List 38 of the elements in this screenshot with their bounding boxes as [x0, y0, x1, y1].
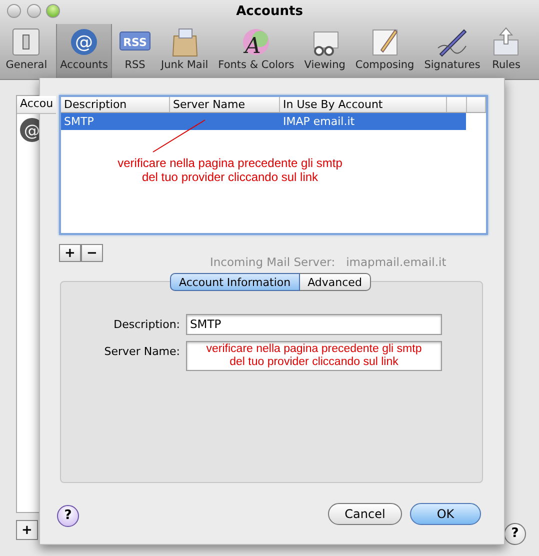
table-row[interactable]: SMTP IMAP email.it: [61, 113, 466, 130]
tab[interactable]: Advanced: [300, 273, 371, 291]
toolbar-button[interactable]: @ Accounts: [56, 24, 112, 78]
toolbar-button[interactable]: Composing: [352, 24, 418, 78]
annotation-text: verificare nella pagina precedente gli smtp del tuo provider cliccando sul link: [116, 156, 344, 184]
add-button[interactable]: +: [59, 244, 81, 262]
tab[interactable]: Account Information: [170, 273, 300, 291]
close-button[interactable]: [7, 4, 21, 18]
zoom-button[interactable]: [46, 4, 60, 18]
table-cell: SMTP: [64, 115, 94, 128]
toolbar-button[interactable]: A Fonts & Colors: [215, 24, 298, 78]
column-header[interactable]: Server Name: [170, 97, 280, 112]
toolbar-button[interactable]: Viewing: [301, 24, 348, 78]
field-label: Server Name:: [103, 344, 181, 360]
help-button[interactable]: ?: [504, 523, 526, 545]
toolbar-button[interactable]: RSS RSS: [116, 24, 154, 78]
table-cell: IMAP email.it: [283, 115, 355, 128]
minimize-button[interactable]: [26, 4, 40, 18]
column-header: Accou: [17, 96, 56, 114]
field-label: Description:: [112, 317, 181, 333]
add-button[interactable]: +: [16, 520, 38, 540]
toolbar-button[interactable]: Rules: [487, 24, 526, 78]
toolbar-button[interactable]: Junk Mail: [158, 24, 212, 78]
field-value: imapmail.email.it: [346, 254, 446, 271]
column-header[interactable]: Description: [61, 97, 170, 112]
leader-line: [152, 120, 206, 152]
toolbar-button[interactable]: General: [2, 24, 50, 78]
column-header[interactable]: In Use By Account: [280, 97, 447, 112]
switch-icon: [10, 26, 42, 58]
input-field[interactable]: verificare nella pagina precedente gli smtp del tuo provider cliccando sul link: [186, 341, 442, 371]
cancel-button[interactable]: Cancel: [328, 503, 402, 525]
window-title: Accounts: [236, 3, 303, 21]
input-field[interactable]: SMTP: [186, 314, 442, 336]
field-label: Incoming Mail Server:: [210, 254, 336, 271]
help-button[interactable]: ?: [57, 505, 79, 527]
toolbar-button[interactable]: Signatures: [421, 24, 484, 78]
remove-button[interactable]: −: [81, 244, 103, 262]
ok-button[interactable]: OK: [410, 503, 481, 525]
